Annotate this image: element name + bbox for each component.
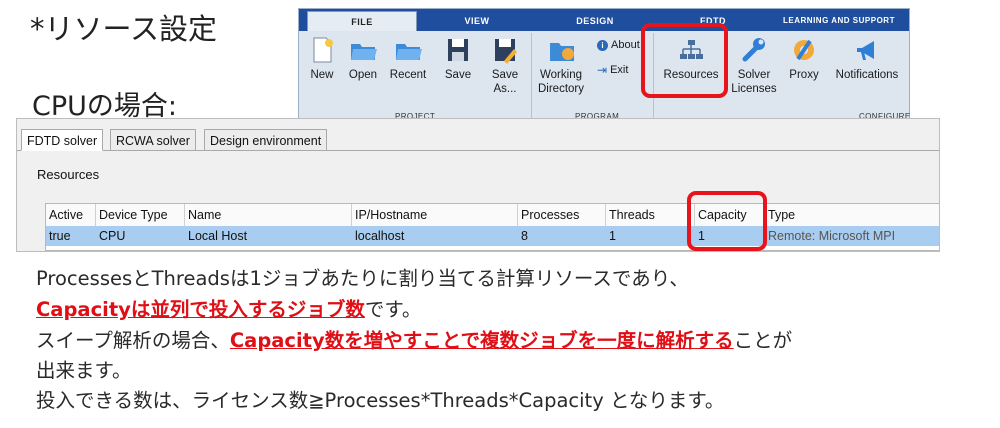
cell-ip-hostname: localhost <box>355 229 405 243</box>
exit-button[interactable]: ⇥ Exit <box>597 63 628 77</box>
tab-file[interactable]: File <box>307 11 417 31</box>
ribbon-separator <box>531 33 532 121</box>
notifications-button[interactable]: Notifications <box>827 35 907 82</box>
column-header-ip-hostname[interactable]: IP/Hostname <box>352 204 518 226</box>
line3-rest: ことが <box>733 329 793 352</box>
resources-table: Active Device Type Name IP/Hostname Proc… <box>45 203 939 251</box>
exit-label: Exit <box>610 64 629 76</box>
wrench-icon <box>742 38 765 62</box>
tab-view[interactable]: View <box>419 11 535 31</box>
line3-emphasis: Capacity数を増やすことで複数ジョブを一度に解析する <box>229 329 734 352</box>
column-header-processes[interactable]: Processes <box>518 204 606 226</box>
cell-threads: 1 <box>609 229 616 243</box>
proxy-button[interactable]: Proxy <box>785 35 823 82</box>
info-icon: i <box>597 39 608 51</box>
open-button-label: Open <box>348 69 378 81</box>
column-header-name[interactable]: Name <box>185 204 352 226</box>
explanation-line-2: Capacityは並列で投入するジョブ数です。 <box>36 293 421 322</box>
line4-text: 出来ます。 <box>36 359 132 382</box>
explanation-line-4: 出来ます。 <box>36 354 132 383</box>
exit-icon: ⇥ <box>597 63 608 77</box>
open-button[interactable]: Open <box>345 35 381 82</box>
proxy-gear-icon <box>794 39 814 61</box>
working-directory-icon <box>550 43 574 61</box>
line2-rest: です。 <box>364 298 422 321</box>
line2-emphasis: Capacityは並列で投入するジョブ数 <box>36 298 365 321</box>
ribbon-toolbar: File View Design FDTD Learning and Suppo… <box>298 8 910 122</box>
explanation-line-5: 投入できる数は、ライセンス数≧Processes*Threads*Capacit… <box>36 384 724 413</box>
line3-prefix: スイープ解析の場合、 <box>36 329 230 352</box>
cell-device-type: CPU <box>99 229 126 243</box>
notifications-label: Notifications <box>835 69 899 81</box>
capacity-highlight-box <box>687 191 767 251</box>
working-directory-label: Working Directory <box>537 69 584 95</box>
slide-title: *リソース設定 <box>30 12 218 46</box>
save-button[interactable]: Save <box>437 35 479 82</box>
line5-text: 投入できる数は、ライセンス数≧Processes*Threads*Capacit… <box>36 389 725 412</box>
save-disk-icon <box>448 39 468 61</box>
cell-type: Remote: Microsoft MPI <box>768 229 896 243</box>
tab-rcwa-solver[interactable]: RCWA solver <box>110 129 196 151</box>
line1-text: ProcessesとThreadsは1ジョブあたりに割り当てる計算リソースであり… <box>36 267 689 290</box>
tab-design-environment[interactable]: Design environment <box>204 129 328 151</box>
new-file-icon <box>313 37 333 63</box>
column-header-active[interactable]: Active <box>46 204 96 226</box>
tab-learning-support[interactable]: Learning and Support <box>773 11 905 31</box>
explanation-line-1: ProcessesとThreadsは1ジョブあたりに割り当てる計算リソースであり… <box>36 262 689 291</box>
proxy-label: Proxy <box>789 69 819 81</box>
resources-panel: FDTD solver RCWA solver Design environme… <box>16 118 940 252</box>
column-header-threads[interactable]: Threads <box>606 204 695 226</box>
new-button[interactable]: New <box>305 35 339 82</box>
tab-design[interactable]: Design <box>537 11 653 31</box>
solver-licenses-button[interactable]: Solver Licenses <box>725 35 783 96</box>
save-as-button[interactable]: Save As... <box>485 35 525 96</box>
recent-button-label: Recent <box>389 69 427 81</box>
cell-active: true <box>49 229 71 243</box>
table-row[interactable]: true CPU Local Host localhost 8 1 1 Remo… <box>46 226 939 246</box>
solver-licenses-label: Solver Licenses <box>731 69 777 95</box>
ribbon-tab-bar: File View Design FDTD Learning and Suppo… <box>299 9 909 31</box>
save-as-button-label: Save As... <box>491 69 519 95</box>
cell-processes: 8 <box>521 229 528 243</box>
recent-button[interactable]: Recent <box>387 35 429 82</box>
cell-name: Local Host <box>188 229 248 243</box>
open-folder-icon <box>351 44 377 60</box>
new-button-label: New <box>310 69 334 81</box>
tab-fdtd-solver[interactable]: FDTD solver <box>21 129 104 151</box>
save-as-icon <box>495 39 517 64</box>
megaphone-icon <box>857 41 874 60</box>
column-header-device-type[interactable]: Device Type <box>96 204 185 226</box>
recent-folder-icon <box>396 44 422 60</box>
working-directory-button[interactable]: Working Directory <box>533 35 591 96</box>
column-header-type[interactable]: Type <box>765 204 939 226</box>
save-button-label: Save <box>444 69 472 81</box>
resources-section-label: Resources <box>37 167 100 182</box>
explanation-line-3: スイープ解析の場合、Capacity数を増やすことで複数ジョブを一度に解析するこ… <box>36 324 792 353</box>
resources-highlight-box <box>641 23 728 98</box>
